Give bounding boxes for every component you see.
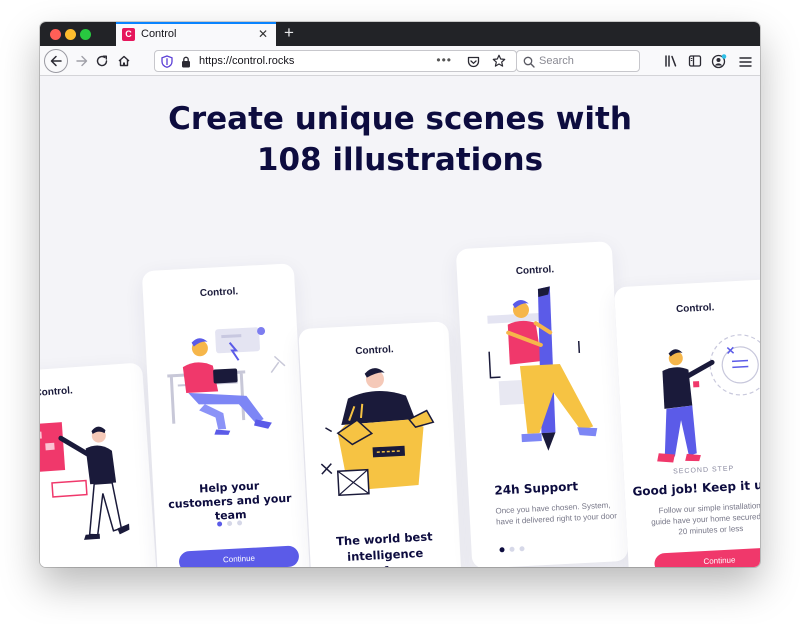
card-title: 24h Support (494, 479, 579, 498)
pagination-dot[interactable] (499, 547, 505, 553)
search-placeholder: Search (539, 55, 574, 67)
illustration-presenter (40, 422, 130, 540)
illustration-pencil-person (487, 286, 598, 451)
account-icon[interactable] (711, 53, 727, 74)
pagination-dot[interactable] (509, 546, 515, 552)
headline-line-2: 108 illustrations (256, 142, 544, 178)
maximize-window-button[interactable] (80, 29, 91, 40)
onboarding-card-5: Control. SECOND STEP Good job! Keep it u… (613, 279, 760, 567)
tab-title: Control (141, 28, 177, 40)
card-title: The world best intelligence platform (319, 528, 451, 567)
page-actions-icon[interactable]: ••• (436, 53, 452, 67)
pagination-dots (499, 546, 525, 553)
navigation-bar: https://control.rocks ••• Search (40, 46, 760, 76)
minimize-window-button[interactable] (65, 29, 76, 40)
library-icon[interactable] (664, 54, 678, 73)
illustration-laptop-person (167, 327, 286, 435)
page-title: Create unique scenes with 108 illustrati… (40, 99, 760, 181)
onboarding-card-4: Control. 24h Support Once you have chose… (455, 241, 629, 567)
search-icon (523, 55, 535, 73)
continue-button[interactable]: Continue (653, 546, 760, 567)
card-body: Follow our simple installation guide hav… (650, 501, 760, 537)
illustration-box-person (320, 368, 435, 497)
pagination-dot[interactable] (519, 546, 525, 552)
pagination-dot[interactable] (216, 521, 223, 527)
back-arrow-icon[interactable] (44, 49, 68, 73)
menu-icon[interactable] (739, 55, 752, 73)
card-brand: Control. (515, 264, 555, 278)
page-content: Create unique scenes with 108 illustrati… (40, 77, 760, 567)
card-brand: Control. (355, 344, 394, 358)
card-title: Good job! Keep it up! (632, 477, 760, 499)
tab-control[interactable]: C Control ✕ (116, 22, 276, 46)
lock-icon[interactable] (181, 55, 191, 73)
pagination-dot[interactable] (226, 520, 233, 527)
close-icon[interactable]: ✕ (258, 27, 268, 41)
sidebar-icon[interactable] (688, 54, 702, 73)
url-bar[interactable]: https://control.rocks ••• (154, 50, 517, 72)
pocket-icon[interactable] (467, 55, 480, 73)
shield-icon[interactable] (161, 55, 173, 73)
pagination-dot[interactable] (236, 520, 243, 526)
headline-line-1: Create unique scenes with (168, 101, 632, 137)
card-brand: Control. (199, 286, 239, 300)
card-title: Help your customers and your team (167, 479, 292, 523)
onboarding-card-2: Control. Help your customers and your te… (141, 263, 311, 567)
card-body: Once you have chosen. System, have it de… (495, 500, 618, 527)
illustration-target-person (657, 334, 760, 463)
card-brand: Control. (40, 385, 74, 399)
tab-bar: C Control ✕ + (40, 22, 760, 46)
star-icon[interactable] (492, 54, 506, 73)
browser-window: C Control ✕ + https://control.rocks ••• … (40, 22, 760, 567)
card-brand: Control. (675, 302, 715, 316)
continue-button[interactable]: Continue (178, 545, 300, 567)
onboarding-card-3: Control. The world best intelligence pla… (298, 321, 464, 567)
reload-icon[interactable] (90, 49, 114, 73)
home-icon[interactable] (112, 49, 136, 73)
search-input[interactable]: Search (516, 50, 640, 72)
pagination-dots (216, 520, 243, 527)
plus-icon[interactable]: + (284, 23, 294, 43)
close-window-button[interactable] (50, 29, 61, 40)
onboarding-card-1: Control. (40, 362, 158, 567)
url-text[interactable]: https://control.rocks (199, 55, 294, 67)
favicon-icon: C (122, 28, 135, 41)
